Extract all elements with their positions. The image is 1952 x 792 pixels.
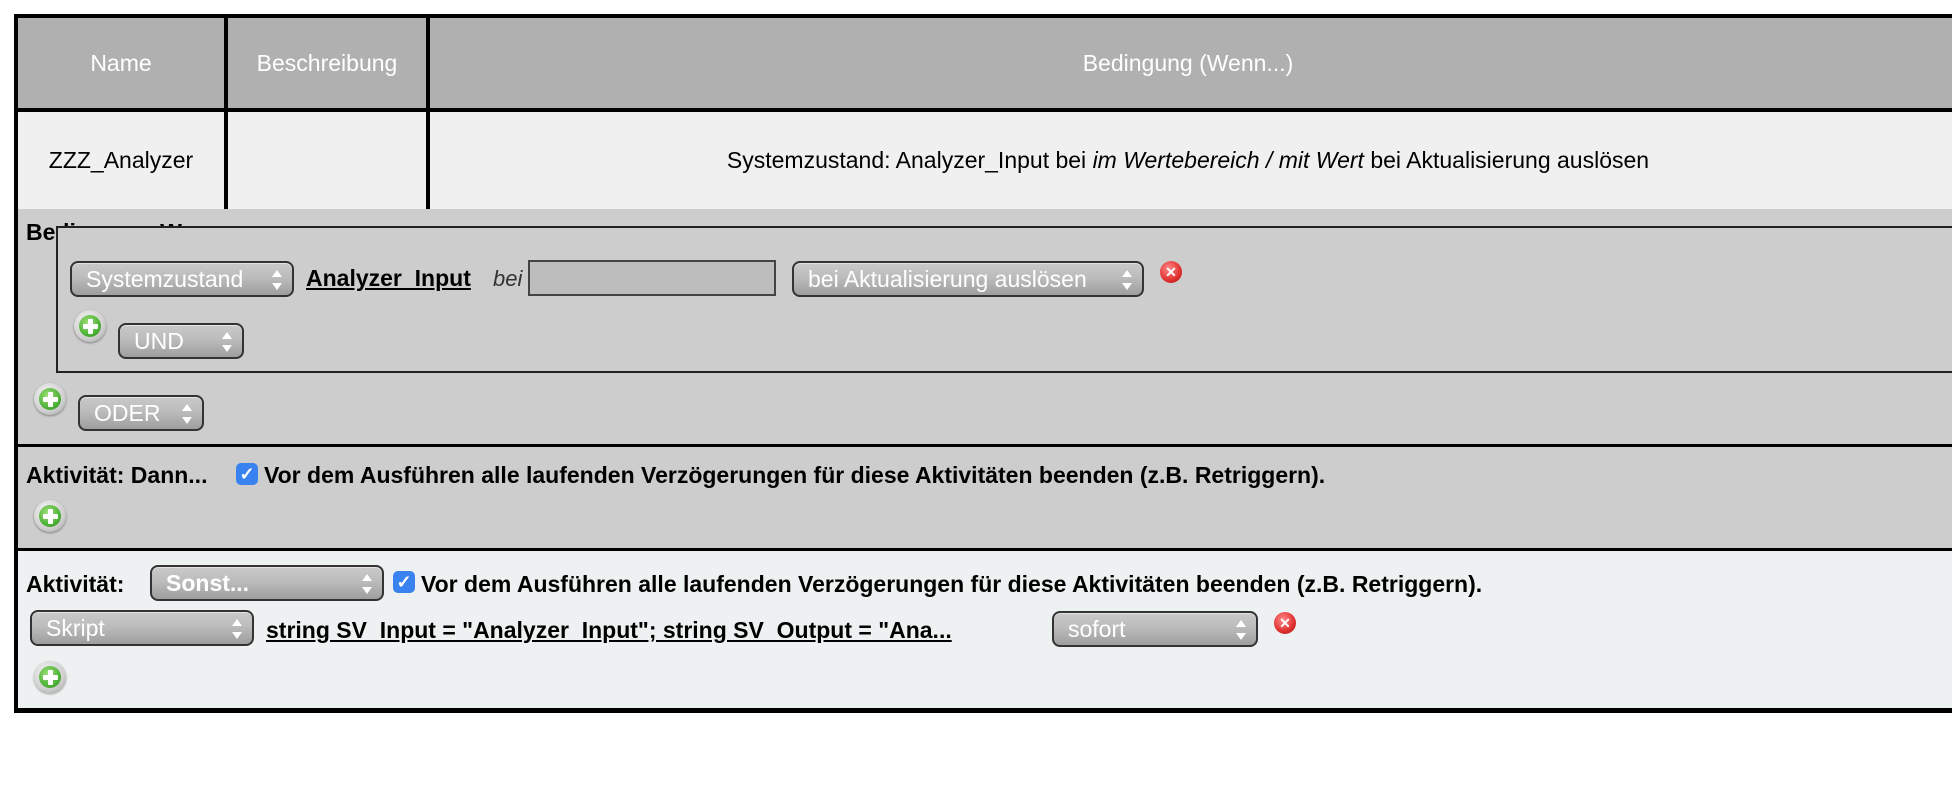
add-condition-icon[interactable] [74, 310, 106, 342]
condition-summary-prefix: Systemzustand: Analyzer_Input bei [726, 147, 1093, 173]
then-activity-section [14, 444, 1952, 548]
add-else-activity-icon[interactable] [34, 661, 66, 693]
timing-select[interactable]: sofort [1052, 611, 1258, 647]
select-arrows-icon [182, 402, 192, 426]
action-type-select[interactable]: Skript [30, 610, 254, 646]
else-retrigger-label: Vor dem Ausführen alle laufenden Verzöge… [421, 571, 1483, 597]
and-operator-value: UND [134, 327, 184, 354]
trigger-select-value: bei Aktualisierung auslösen [808, 265, 1087, 292]
program-table: Name Beschreibung Bedingung (Wenn...) ZZ… [14, 14, 1952, 213]
timing-value: sofort [1068, 615, 1126, 642]
select-arrows-icon [1122, 268, 1132, 292]
trigger-select[interactable]: bei Aktualisierung auslösen [792, 261, 1144, 297]
then-activity-title: Aktivität: Dann... [26, 462, 208, 488]
condition-group-box [56, 226, 1952, 373]
add-condition-group-icon[interactable] [34, 383, 66, 415]
select-arrows-icon [272, 268, 282, 292]
and-operator-select[interactable]: UND [118, 323, 244, 359]
or-operator-select[interactable]: ODER [78, 395, 204, 431]
program-condition-cell: Systemzustand: Analyzer_Input bei im Wer… [430, 112, 1946, 209]
column-header-condition[interactable]: Bedingung (Wenn...) [430, 18, 1946, 108]
else-retrigger-checkbox[interactable]: ✓ [393, 571, 415, 593]
delete-condition-icon[interactable]: ✕ [1160, 261, 1182, 283]
select-arrows-icon [1236, 618, 1246, 642]
program-name-cell: ZZZ_Analyzer [48, 147, 194, 173]
select-arrows-icon [232, 617, 242, 641]
script-link[interactable]: string SV_Input = "Analyzer_Input"; stri… [266, 617, 952, 644]
add-then-activity-icon[interactable] [34, 500, 66, 532]
else-activity-title: Aktivität: [26, 571, 125, 597]
device-link[interactable]: Analyzer_Input [306, 265, 471, 292]
then-retrigger-checkbox[interactable]: ✓ [236, 463, 258, 485]
else-mode-select[interactable]: Sonst... [150, 565, 384, 601]
action-type-value: Skript [46, 614, 105, 641]
condition-value-input[interactable] [528, 260, 776, 296]
condition-type-select[interactable]: Systemzustand [70, 261, 294, 297]
then-retrigger-label: Vor dem Ausführen alle laufenden Verzöge… [264, 462, 1326, 488]
select-arrows-icon [362, 572, 372, 596]
select-arrows-icon [222, 330, 232, 354]
column-header-name[interactable]: Name [18, 18, 224, 108]
else-mode-value: Sonst... [166, 569, 250, 596]
column-header-description[interactable]: Beschreibung [228, 18, 426, 108]
condition-type-select-value: Systemzustand [86, 265, 244, 292]
bei-label: bei [493, 266, 523, 291]
delete-action-icon[interactable]: ✕ [1274, 612, 1296, 634]
condition-summary-suffix: bei Aktualisierung auslösen [1363, 147, 1650, 173]
program-description-cell [228, 112, 426, 209]
or-operator-value: ODER [94, 399, 161, 426]
condition-summary-italic: im Wertebereich / mit Wert [1092, 147, 1364, 173]
